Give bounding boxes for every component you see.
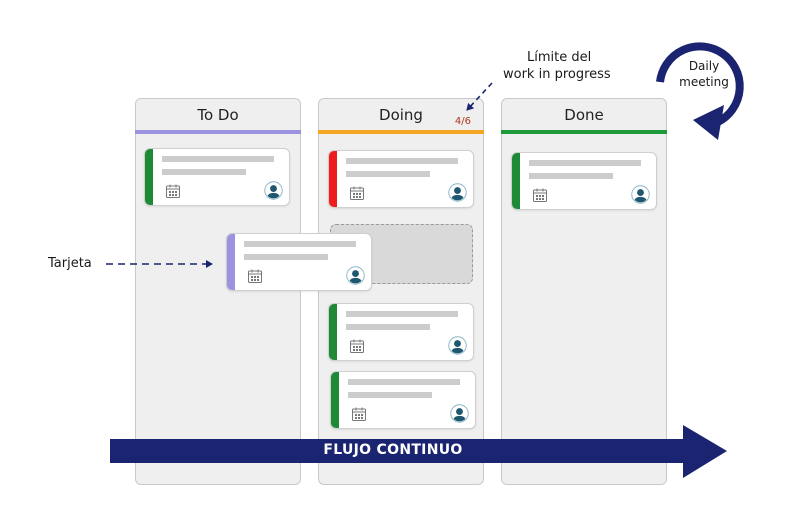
wip-annotation-line2: work in progress [503,67,611,82]
cycle-arrow-head [693,105,724,140]
daily-line: Daily [688,59,720,73]
card-annotation: Tarjeta [48,256,92,271]
wip-pointer-arrow [466,82,493,111]
wip-annotation-line: Límite del [527,50,592,65]
daily-meeting-label: Daily meeting [676,58,732,90]
wip-annotation: Límite del [527,49,591,67]
meeting-line: meeting [679,75,729,89]
continuous-flow-label: FLUJO CONTINUO [323,442,463,458]
